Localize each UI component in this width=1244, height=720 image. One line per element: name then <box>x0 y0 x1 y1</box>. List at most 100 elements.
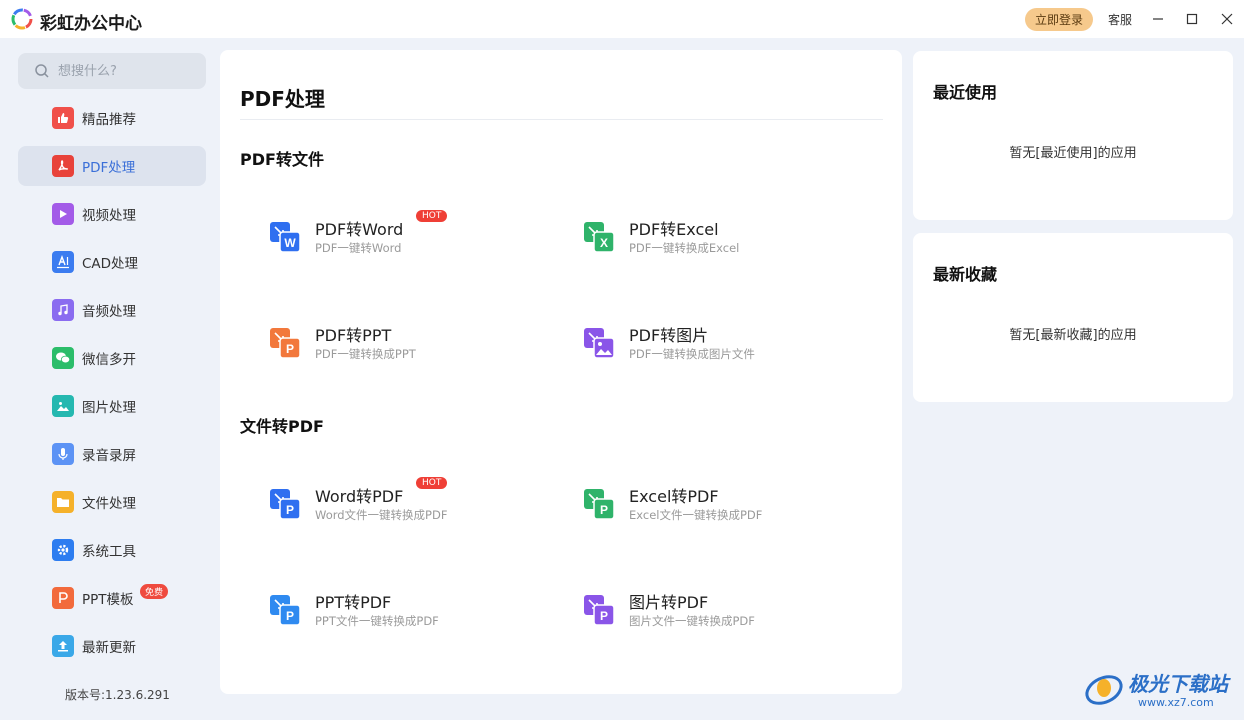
version-label: 版本号:1.23.6.291 <box>65 688 170 702</box>
svg-text:P: P <box>286 503 294 517</box>
ppt-to-pdf-icon: P <box>270 595 301 626</box>
tool-pdf-to-ppt[interactable]: P PDF转PPT PDF一键转换成PPT <box>270 322 530 372</box>
rainbow-logo-icon <box>11 8 33 30</box>
sidebar-item-audio[interactable]: 音频处理 <box>18 290 206 330</box>
tool-name: PDF转Word <box>315 220 404 239</box>
tool-image-to-pdf[interactable]: P 图片转PDF 图片文件一键转换成PDF <box>584 589 844 639</box>
sidebar-nav: 精品推荐 PDF处理 视频处理 CAD处理 音频处理 微信多开 图片处理 录音录… <box>18 98 206 674</box>
svg-text:P: P <box>600 503 608 517</box>
customer-service-link[interactable]: 客服 <box>1108 11 1132 28</box>
pdf-to-image-icon <box>584 328 615 359</box>
recent-panel: 最近使用 暂无[最近使用]的应用 <box>913 51 1233 220</box>
section-title-file-to-pdf: 文件转PDF <box>240 417 324 436</box>
sidebar-item-cad[interactable]: CAD处理 <box>18 242 206 282</box>
sidebar-item-wechat[interactable]: 微信多开 <box>18 338 206 378</box>
svg-text:P: P <box>286 609 294 623</box>
svg-text:P: P <box>286 342 294 356</box>
tool-name: 图片转PDF <box>629 593 709 612</box>
sidebar-item-label: 视频处理 <box>82 208 136 224</box>
tool-pdf-to-image[interactable]: PDF转图片 PDF一键转换成图片文件 <box>584 322 844 372</box>
thumbs-up-icon <box>52 107 74 129</box>
sidebar-item-ppt-template[interactable]: PPT模板 免费 <box>18 578 206 618</box>
page-title: PDF处理 <box>240 87 325 111</box>
title-divider <box>240 119 883 120</box>
close-icon <box>1221 13 1233 25</box>
pdf-icon <box>52 155 74 177</box>
title-bar: 彩虹办公中心 立即登录 客服 <box>0 0 1244 38</box>
minimize-button[interactable] <box>1148 9 1168 29</box>
sidebar-item-label: 精品推荐 <box>82 112 136 128</box>
tool-pdf-to-word[interactable]: W PDF转Word HOT PDF一键转Word <box>270 210 530 266</box>
svg-text:P: P <box>600 609 608 623</box>
tool-description: PDF一键转换成Excel <box>629 241 740 255</box>
sidebar-item-recording[interactable]: 录音录屏 <box>18 434 206 474</box>
svg-text:W: W <box>284 236 296 250</box>
upload-icon <box>52 635 74 657</box>
watermark: 极光下载站 www.xz7.com <box>1082 666 1238 714</box>
sidebar-item-file[interactable]: 文件处理 <box>18 482 206 522</box>
hot-badge: HOT <box>416 210 448 222</box>
word-to-pdf-icon: P <box>270 489 301 520</box>
favorites-title: 最新收藏 <box>933 265 998 284</box>
svg-text:X: X <box>600 236 608 250</box>
sidebar-item-label: 音频处理 <box>82 304 136 320</box>
watermark-logo-icon <box>1085 675 1123 705</box>
tool-name: PDF转图片 <box>629 326 709 345</box>
tool-ppt-to-pdf[interactable]: P PPT转PDF PPT文件一键转换成PDF <box>270 589 530 639</box>
hot-badge: HOT <box>416 477 448 489</box>
search-icon <box>35 64 49 78</box>
wechat-icon <box>52 347 74 369</box>
tool-word-to-pdf[interactable]: P Word转PDF HOT Word文件一键转换成PDF <box>270 477 530 533</box>
excel-to-pdf-icon: P <box>584 489 615 520</box>
close-button[interactable] <box>1217 9 1237 29</box>
sidebar-item-latest-updates[interactable]: 最新更新 <box>18 626 206 666</box>
tool-description: PPT文件一键转换成PDF <box>315 614 439 628</box>
watermark-url: www.xz7.com <box>1138 696 1214 709</box>
tool-pdf-to-excel[interactable]: X PDF转Excel PDF一键转换成Excel <box>584 216 844 266</box>
folder-icon <box>52 491 74 513</box>
app-title: 彩虹办公中心 <box>40 14 142 34</box>
tool-name: Excel转PDF <box>629 487 719 506</box>
sidebar-item-image[interactable]: 图片处理 <box>18 386 206 426</box>
tool-excel-to-pdf[interactable]: P Excel转PDF Excel文件一键转换成PDF <box>584 483 844 533</box>
tool-name: Word转PDF <box>315 487 404 506</box>
favorites-empty-message: 暂无[最新收藏]的应用 <box>1009 328 1137 343</box>
maximize-button[interactable] <box>1182 9 1202 29</box>
free-badge: 免费 <box>140 584 169 599</box>
sidebar-item-label: 最新更新 <box>82 640 136 656</box>
image-icon <box>52 395 74 417</box>
sidebar-item-video[interactable]: 视频处理 <box>18 194 206 234</box>
search-input[interactable] <box>58 63 188 79</box>
sidebar-item-label: PDF处理 <box>82 160 136 176</box>
main-panel: PDF处理 PDF转文件 W PDF转Word HOT PDF一键转Word X… <box>220 50 902 694</box>
tool-description: 图片文件一键转换成PDF <box>629 614 755 628</box>
maximize-icon <box>1186 13 1198 25</box>
watermark-text: 极光下载站 <box>1128 672 1228 696</box>
pdf-to-excel-icon: X <box>584 222 615 253</box>
tool-description: Excel文件一键转换成PDF <box>629 508 763 522</box>
login-button[interactable]: 立即登录 <box>1025 8 1093 31</box>
tool-description: Word文件一键转换成PDF <box>315 508 448 522</box>
sidebar-item-pdf[interactable]: PDF处理 <box>18 146 206 186</box>
sidebar-item-recommended[interactable]: 精品推荐 <box>18 98 206 138</box>
tool-description: PDF一键转换成图片文件 <box>629 347 755 361</box>
minimize-icon <box>1153 18 1163 20</box>
recent-empty-message: 暂无[最近使用]的应用 <box>1009 146 1137 161</box>
play-icon <box>52 203 74 225</box>
search-box[interactable] <box>18 53 206 89</box>
gear-icon <box>52 539 74 561</box>
tool-name: PDF转Excel <box>629 220 719 239</box>
ppt-icon <box>52 587 74 609</box>
tool-name: PPT转PDF <box>315 593 392 612</box>
sidebar-item-label: 文件处理 <box>82 496 136 512</box>
sidebar-item-label: CAD处理 <box>82 256 139 272</box>
cad-icon <box>52 251 74 273</box>
sidebar-item-label: 录音录屏 <box>82 448 136 464</box>
sidebar-item-system-tools[interactable]: 系统工具 <box>18 530 206 570</box>
image-to-pdf-icon: P <box>584 595 615 626</box>
pdf-to-ppt-icon: P <box>270 328 301 359</box>
sidebar-item-label: 微信多开 <box>82 352 136 368</box>
recent-title: 最近使用 <box>933 83 998 102</box>
pdf-to-word-icon: W <box>270 222 301 253</box>
sidebar-item-label: 图片处理 <box>82 400 136 416</box>
